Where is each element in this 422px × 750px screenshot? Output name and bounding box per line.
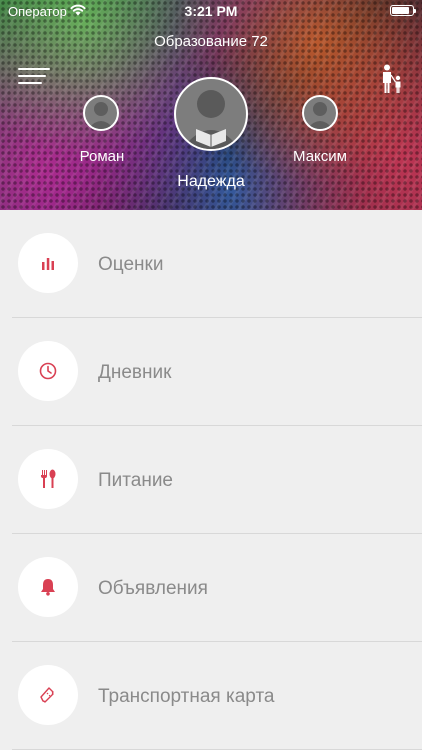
announcements-icon-circle bbox=[18, 557, 78, 617]
carrier-label: Оператор bbox=[8, 4, 67, 19]
battery-icon bbox=[390, 5, 416, 16]
grades-icon-circle bbox=[18, 233, 78, 293]
main-menu: Оценки Дневник Питание Объявления Трансп… bbox=[0, 210, 422, 750]
menu-item-label: Дневник bbox=[98, 362, 172, 383]
bell-icon bbox=[41, 579, 55, 596]
bar-chart-icon bbox=[42, 258, 54, 270]
clock-label: 3:21 PM bbox=[184, 3, 238, 19]
menu-item-label: Объявления bbox=[98, 578, 208, 599]
hamburger-menu-button[interactable] bbox=[18, 68, 50, 86]
battery-level bbox=[392, 7, 409, 14]
family-icon[interactable] bbox=[380, 64, 404, 94]
menu-item-label: Питание bbox=[98, 470, 173, 491]
child-avatar-nadezhda[interactable] bbox=[174, 77, 248, 151]
menu-item-announcements[interactable]: Объявления bbox=[0, 534, 422, 642]
menu-item-food[interactable]: Питание bbox=[0, 426, 422, 534]
person-icon bbox=[307, 102, 333, 129]
menu-item-label: Оценки bbox=[98, 254, 164, 275]
child-name-roman[interactable]: Роман bbox=[62, 148, 142, 165]
person-icon bbox=[88, 102, 114, 129]
child-avatar-maksim[interactable] bbox=[302, 95, 338, 131]
person-reading-icon bbox=[182, 90, 240, 149]
wifi-icon bbox=[70, 4, 86, 16]
profile-header: Оператор 3:21 PM Образование 72 Роман На… bbox=[0, 0, 422, 210]
diary-icon-circle bbox=[18, 341, 78, 401]
menu-item-transport-card[interactable]: Транспортная карта bbox=[0, 642, 422, 750]
fork-spoon-icon bbox=[41, 469, 56, 488]
transport-card-icon-circle bbox=[18, 665, 78, 725]
status-bar: Оператор 3:21 PM bbox=[0, 0, 422, 22]
menu-item-label: Транспортная карта bbox=[98, 686, 275, 707]
child-name-maksim[interactable]: Максим bbox=[280, 148, 360, 165]
child-avatar-roman[interactable] bbox=[83, 95, 119, 131]
menu-item-grades[interactable]: Оценки bbox=[0, 210, 422, 318]
org-title: Образование 72 bbox=[154, 33, 268, 50]
child-name-nadezhda[interactable]: Надежда bbox=[161, 173, 261, 191]
clock-icon bbox=[39, 362, 57, 380]
food-icon-circle bbox=[18, 449, 78, 509]
menu-item-diary[interactable]: Дневник bbox=[0, 318, 422, 426]
ticket-icon bbox=[40, 687, 54, 703]
